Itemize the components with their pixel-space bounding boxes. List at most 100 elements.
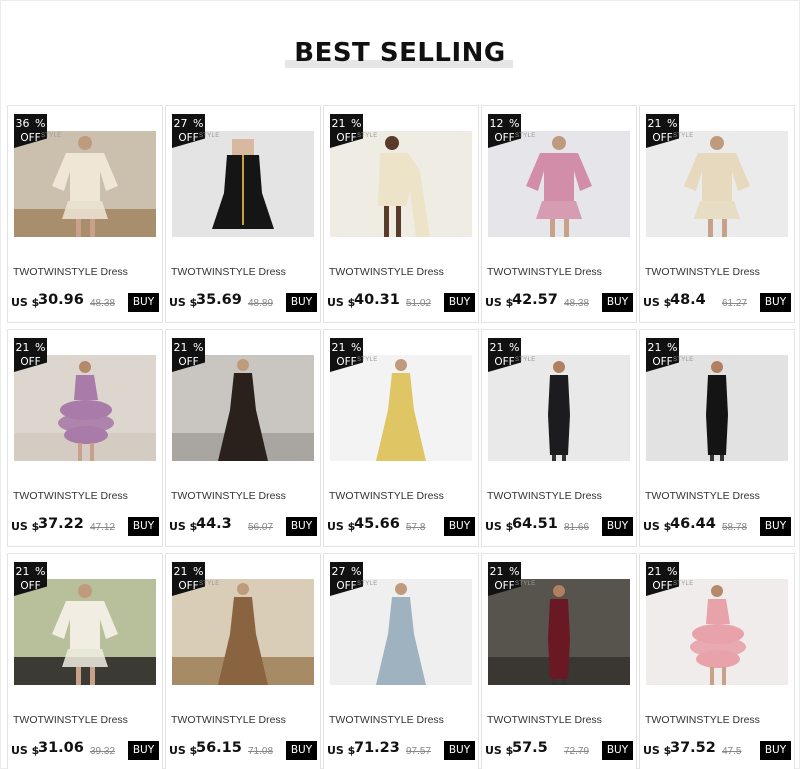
product-name[interactable]: TWOTWINSTYLE Dress [645,714,760,726]
buy-button[interactable]: BUY [602,517,633,536]
product-card[interactable]: 21 % OFF TWOTWINSTYLE Dress US $31.06 39.32 B… [7,553,163,769]
store-tag: STYLE [357,133,378,139]
buy-button[interactable]: BUY [286,741,317,760]
price-row: US $42.57 48.38 BUY [485,292,633,314]
product-image[interactable] [646,131,788,237]
product-image[interactable] [488,355,630,461]
buy-button[interactable]: BUY [760,741,791,760]
buy-button[interactable]: BUY [286,517,317,536]
buy-button[interactable]: BUY [128,293,159,312]
price-row: US $37.52 47.5 BUY [643,740,791,762]
buy-button[interactable]: BUY [444,293,475,312]
sale-price: 56.15 [196,740,242,756]
product-name[interactable]: TWOTWINSTYLE Dress [13,490,128,502]
original-price: 97.57 [406,746,432,757]
original-price: 51.02 [406,298,432,309]
product-image[interactable] [14,355,156,461]
product-card[interactable]: 36 % OFF STYLE TWOTWINSTYLE Dress US $30.96 4… [7,105,163,323]
product-card[interactable]: 27 % OFF STYLE TWOTWINSTYLE Dress US $71.23 9… [323,553,479,769]
product-card[interactable]: 21 % OFF STYLE TWOTWINSTYLE Dress US $45.66 5… [323,329,479,547]
price-row: US $64.51 81.66 BUY [485,516,633,538]
product-card[interactable]: 27 % OFF STYLE TWOTWINSTYLE Dress US $35.69 4… [165,105,321,323]
sale-price: 45.66 [354,516,400,532]
discount-percent: 21 % [647,341,678,354]
product-card[interactable]: 21 % OFF STYLE TWOTWINSTYLE Dress US $56.15 7… [165,553,321,769]
original-price: 81.66 [564,522,590,533]
buy-button[interactable]: BUY [444,517,475,536]
product-card[interactable]: 21 % OFF STYLE TWOTWINSTYLE Dress US $46.44 5… [639,329,795,547]
product-card[interactable]: 21 % OFF TWOTWINSTYLE Dress US $37.22 47.12 B… [7,329,163,547]
product-image[interactable] [646,579,788,685]
product-name[interactable]: TWOTWINSTYLE Dress [487,490,602,502]
product-name[interactable]: TWOTWINSTYLE Dress [329,714,444,726]
product-card[interactable]: 21 % OFF STYLE TWOTWINSTYLE Dress US $48.4 61… [639,105,795,323]
original-price: 71.08 [248,746,274,757]
price-row: US $31.06 39.32 BUY [11,740,159,762]
product-image[interactable] [330,355,472,461]
product-card[interactable]: 21 % OFF STYLE TWOTWINSTYLE Dress US $64.51 8… [481,329,637,547]
product-name[interactable]: TWOTWINSTYLE Dress [171,490,286,502]
buy-button[interactable]: BUY [602,293,633,312]
buy-button[interactable]: BUY [602,741,633,760]
original-price: 47.5 [722,746,742,757]
product-image[interactable] [14,579,156,685]
buy-button[interactable]: BUY [128,741,159,760]
product-image[interactable] [330,579,472,685]
currency-label: US $ [485,744,514,757]
product-image[interactable] [172,355,314,461]
product-name[interactable]: TWOTWINSTYLE Dress [487,266,602,278]
buy-button[interactable]: BUY [286,293,317,312]
store-tag: STYLE [199,581,220,587]
product-image[interactable] [14,131,156,237]
original-price: 58.78 [722,522,748,533]
product-card[interactable]: 21 % OFF STYLE TWOTWINSTYLE Dress US $40.31 5… [323,105,479,323]
product-card[interactable]: 21 % OFF STYLE TWOTWINSTYLE Dress US $57.5 72… [481,553,637,769]
sale-price: 44.3 [196,516,232,532]
discount-percent: 21 % [647,117,678,130]
product-name[interactable]: TWOTWINSTYLE Dress [171,266,286,278]
store-tag: STYLE [515,357,536,363]
sale-price: 35.69 [196,292,242,308]
buy-button[interactable]: BUY [760,293,791,312]
buy-button[interactable]: BUY [128,517,159,536]
product-name[interactable]: TWOTWINSTYLE Dress [13,266,128,278]
buy-button[interactable]: BUY [760,517,791,536]
product-image[interactable] [488,579,630,685]
product-name[interactable]: TWOTWINSTYLE Dress [13,714,128,726]
store-tag: STYLE [673,133,694,139]
product-image[interactable] [172,131,314,237]
sale-price: 42.57 [512,292,558,308]
store-tag: STYLE [673,581,694,587]
product-name[interactable]: TWOTWINSTYLE Dress [487,714,602,726]
discount-percent: 21 % [173,341,204,354]
sale-price: 31.06 [38,740,84,756]
discount-percent: 36 % [15,117,46,130]
store-tag: STYLE [199,133,220,139]
product-name[interactable]: TWOTWINSTYLE Dress [171,714,286,726]
product-name[interactable]: TWOTWINSTYLE Dress [645,490,760,502]
product-card[interactable]: 21 % OFF STYLE TWOTWINSTYLE Dress US $37.52 4… [639,553,795,769]
product-image[interactable] [488,131,630,237]
section-header: BEST SELLING [0,38,800,78]
product-image[interactable] [330,131,472,237]
product-image[interactable] [646,355,788,461]
product-card[interactable]: 12 % OFF STYLE TWOTWINSTYLE Dress US $42.57 4… [481,105,637,323]
currency-label: US $ [643,296,672,309]
currency-label: US $ [327,744,356,757]
product-image[interactable] [172,579,314,685]
product-name[interactable]: TWOTWINSTYLE Dress [329,490,444,502]
original-price: 48.38 [564,298,590,309]
price-row: US $71.23 97.57 BUY [327,740,475,762]
currency-label: US $ [11,296,40,309]
original-price: 39.32 [90,746,116,757]
discount-percent: 21 % [15,341,46,354]
product-card[interactable]: 21 % OFF TWOTWINSTYLE Dress US $44.3 56.07 BU… [165,329,321,547]
product-name[interactable]: TWOTWINSTYLE Dress [645,266,760,278]
store-tag: STYLE [357,357,378,363]
currency-label: US $ [643,520,672,533]
sale-price: 46.44 [670,516,716,532]
price-row: US $40.31 51.02 BUY [327,292,475,314]
buy-button[interactable]: BUY [444,741,475,760]
currency-label: US $ [485,520,514,533]
product-name[interactable]: TWOTWINSTYLE Dress [329,266,444,278]
